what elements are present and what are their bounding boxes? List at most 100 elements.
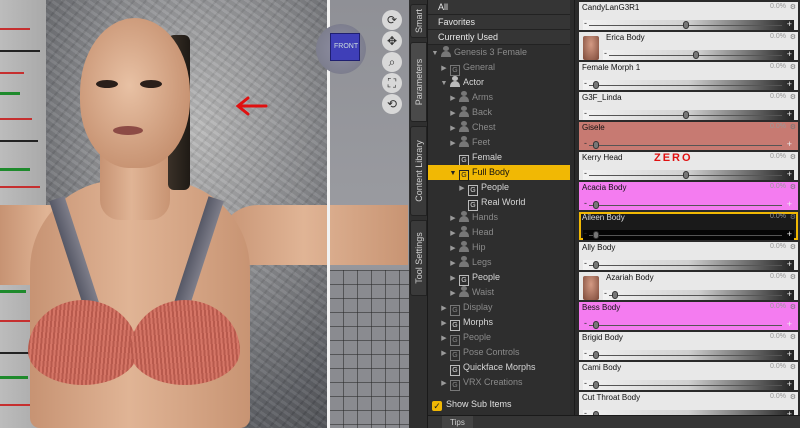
reset-icon[interactable]: ⟲ <box>382 94 402 114</box>
tree-item[interactable]: ▶ Waist <box>428 285 570 300</box>
slider-row[interactable]: Acacia Body 0.0% ⚙ - + <box>579 182 798 210</box>
chevron-right-icon[interactable]: ▶ <box>440 346 448 361</box>
slider-track[interactable]: - + <box>583 228 794 240</box>
slider-knob[interactable] <box>683 171 689 179</box>
slider-row[interactable]: Brigid Body 0.0% ⚙ - + <box>579 332 798 360</box>
slider-knob[interactable] <box>593 351 599 359</box>
minus-icon[interactable]: - <box>584 378 587 388</box>
tree-item[interactable]: ▼ G Full Body <box>428 165 570 181</box>
plus-icon[interactable]: + <box>787 259 792 269</box>
tree-item[interactable]: ▼ Genesis 3 Female <box>428 45 570 60</box>
tab-parameters[interactable]: Parameters <box>410 42 427 122</box>
slider-track[interactable]: - + <box>583 108 794 120</box>
plus-icon[interactable]: + <box>787 79 792 89</box>
plus-icon[interactable]: + <box>787 19 792 29</box>
slider-knob[interactable] <box>593 381 599 389</box>
rotate-icon[interactable]: ⟳ <box>382 10 402 30</box>
gear-icon[interactable]: ⚙ <box>790 3 796 11</box>
chevron-right-icon[interactable]: ▶ <box>440 301 448 316</box>
tree-item[interactable]: ▶ Back <box>428 105 570 120</box>
slider-value[interactable]: 0.0% <box>770 123 786 130</box>
gear-icon[interactable]: ⚙ <box>790 333 796 341</box>
slider-value[interactable]: 0.0% <box>770 153 786 160</box>
slider-value[interactable]: 0.0% <box>770 3 786 10</box>
gear-icon[interactable]: ⚙ <box>790 393 796 401</box>
tree-item[interactable]: ▶ Legs <box>428 255 570 270</box>
slider-row[interactable]: Erica Body 0.0% ⚙ - + <box>579 32 798 60</box>
slider-row[interactable]: Gisele 0.0% ⚙ - + <box>579 122 798 150</box>
minus-icon[interactable]: - <box>604 288 607 298</box>
tab-tips[interactable]: Tips <box>442 416 473 428</box>
minus-icon[interactable]: - <box>584 168 587 178</box>
3d-viewport[interactable]: FRONT ⟳ ✥ ⌕ ⛶ ⟲ <box>0 0 409 428</box>
chevron-right-icon[interactable]: ▶ <box>440 61 448 76</box>
chevron-down-icon[interactable]: ▼ <box>449 166 457 181</box>
slider-track[interactable]: - + <box>603 48 794 60</box>
tab-content-library[interactable]: Content Library <box>410 126 427 216</box>
chevron-right-icon[interactable]: ▶ <box>449 121 457 136</box>
slider-knob[interactable] <box>593 201 599 209</box>
chevron-right-icon[interactable]: ▶ <box>440 316 448 331</box>
slider-value[interactable]: 0.0% <box>770 93 786 100</box>
slider-knob[interactable] <box>593 261 599 269</box>
slider-track[interactable]: - + <box>603 288 794 300</box>
tree-item[interactable]: ▼ Actor <box>428 75 570 90</box>
slider-knob[interactable] <box>593 141 599 149</box>
tree-item[interactable]: G Quickface Morphs <box>428 360 570 376</box>
tab-tool-settings[interactable]: Tool Settings <box>410 220 427 296</box>
slider-row[interactable]: CandyLanG3R1 0.0% ⚙ - + <box>579 2 798 30</box>
tree-item[interactable]: ▶ G People <box>428 180 570 196</box>
tree-item[interactable]: G Female <box>428 150 570 166</box>
plus-icon[interactable]: + <box>787 199 792 209</box>
slider-row[interactable]: Azariah Body 0.0% ⚙ - + <box>579 272 798 300</box>
slider-track[interactable]: - + <box>583 318 794 330</box>
gear-icon[interactable]: ⚙ <box>790 213 796 221</box>
tree-item[interactable]: ▶ Arms <box>428 90 570 105</box>
show-sub-items-checkbox[interactable]: ✓ Show Sub Items <box>428 397 570 412</box>
tree-item[interactable]: ▶ Hip <box>428 240 570 255</box>
slider-track[interactable]: - + <box>583 78 794 90</box>
tree-item[interactable]: ▶ G Pose Controls <box>428 345 570 361</box>
chevron-right-icon[interactable]: ▶ <box>449 211 457 226</box>
chevron-right-icon[interactable]: ▶ <box>440 331 448 346</box>
chevron-right-icon[interactable]: ▶ <box>458 181 466 196</box>
tree-item[interactable]: ▶ Hands <box>428 210 570 225</box>
tree-item[interactable]: ▶ Feet <box>428 135 570 150</box>
slider-value[interactable]: 0.0% <box>770 183 786 190</box>
gear-icon[interactable]: ⚙ <box>790 153 796 161</box>
slider-knob[interactable] <box>593 231 599 239</box>
gear-icon[interactable]: ⚙ <box>790 303 796 311</box>
chevron-right-icon[interactable]: ▶ <box>440 376 448 391</box>
minus-icon[interactable]: - <box>584 108 587 118</box>
slider-knob[interactable] <box>593 81 599 89</box>
tree-item[interactable]: ▶ G People <box>428 330 570 346</box>
plus-icon[interactable]: + <box>787 319 792 329</box>
plus-icon[interactable]: + <box>787 49 792 59</box>
chevron-right-icon[interactable]: ▶ <box>449 256 457 271</box>
slider-value[interactable]: 0.0% <box>770 273 786 280</box>
tree-item[interactable]: ▶ G People <box>428 270 570 286</box>
slider-track[interactable]: - + <box>583 168 794 180</box>
slider-row[interactable]: Aileen Body 0.0% ⚙ - + <box>579 212 798 240</box>
tab-smart[interactable]: Smart <box>410 4 427 38</box>
slider-value[interactable]: 0.0% <box>770 393 786 400</box>
slider-knob[interactable] <box>612 291 618 299</box>
tree-item[interactable]: ▶ Chest <box>428 120 570 135</box>
slider-track[interactable]: - + <box>583 378 794 390</box>
minus-icon[interactable]: - <box>584 258 587 268</box>
chevron-right-icon[interactable]: ▶ <box>449 286 457 301</box>
slider-knob[interactable] <box>683 111 689 119</box>
tree-item[interactable]: G Real World <box>428 195 570 211</box>
gear-icon[interactable]: ⚙ <box>790 93 796 101</box>
slider-track[interactable]: - + <box>583 258 794 270</box>
tree-item[interactable]: ▶ G Morphs <box>428 315 570 331</box>
gear-icon[interactable]: ⚙ <box>790 123 796 131</box>
slider-row[interactable]: Bess Body 0.0% ⚙ - + <box>579 302 798 330</box>
plus-icon[interactable]: + <box>787 139 792 149</box>
tree-item-all[interactable]: All <box>428 0 570 15</box>
gear-icon[interactable]: ⚙ <box>790 363 796 371</box>
chevron-right-icon[interactable]: ▶ <box>449 271 457 286</box>
slider-row[interactable]: Cami Body 0.0% ⚙ - + <box>579 362 798 390</box>
slider-track[interactable]: - + <box>583 138 794 150</box>
chevron-right-icon[interactable]: ▶ <box>449 226 457 241</box>
